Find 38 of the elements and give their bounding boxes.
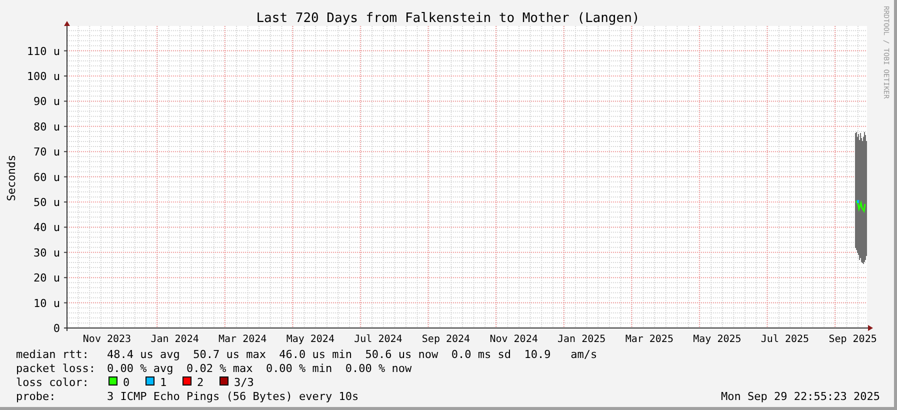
y-axis-label: 90 u: [34, 95, 60, 108]
y-axis-label: 70 u: [34, 146, 60, 159]
x-axis-label: Nov 2024: [490, 334, 538, 345]
timestamp: Mon Sep 29 22:55:23 2025: [721, 390, 880, 403]
y-axis-label: 0: [53, 322, 60, 335]
y-axis-label: 10 u: [34, 296, 60, 310]
y-axis-title: Seconds: [5, 154, 18, 202]
y-axis-label: 110 u: [26, 44, 60, 58]
loss-color-label: 2: [197, 376, 204, 389]
legend-values: 0.00 % avg 0.02 % max 0.00 % min 0.00 % now: [107, 362, 412, 375]
loss-color-label: 1: [160, 376, 167, 389]
x-axis-label: Jul 2025: [760, 334, 810, 345]
x-axis-label: Mar 2024: [218, 334, 267, 345]
x-axis-label: Sep 2025: [828, 334, 877, 345]
legend-label: loss color:: [16, 376, 89, 389]
x-axis-label: Jan 2025: [558, 334, 606, 345]
x-axis-label: Jan 2024: [150, 334, 199, 345]
y-axis-label: 30 u: [34, 246, 60, 260]
legend-label: median rtt:: [16, 348, 89, 361]
legend-values: 48.4 us avg 50.7 us max 46.0 us min 50.6 us now 0.0 ms sd 10.9 am/s: [107, 348, 598, 361]
x-axis-label: Mar 2025: [625, 334, 674, 345]
x-axis-label: Nov 2023: [82, 334, 132, 345]
loss-color-label: 3/3: [234, 376, 254, 389]
x-axis-label: May 2024: [286, 334, 334, 345]
y-axis-label: 60 u: [34, 170, 60, 184]
graph-title: Last 720 Days from Falkenstein to Mother (Langen): [256, 11, 640, 26]
legend-label: probe:: [16, 390, 56, 403]
y-axis-label: 50 u: [34, 196, 60, 209]
y-axis-label: 40 u: [34, 221, 60, 234]
y-axis-label: 20 u: [34, 272, 60, 285]
x-axis-label: Sep 2024: [422, 334, 470, 345]
legend-values: 3 ICMP Echo Pings (56 Bytes) every 10s: [107, 390, 359, 403]
x-axis-label: May 2025: [693, 334, 742, 345]
y-axis-label: 80 u: [34, 120, 60, 134]
legend-label: packet loss:: [16, 362, 96, 375]
x-axis-label: Jul 2024: [354, 334, 402, 345]
loss-color-label: 0: [123, 376, 130, 389]
y-axis-label: 100 u: [26, 70, 60, 83]
